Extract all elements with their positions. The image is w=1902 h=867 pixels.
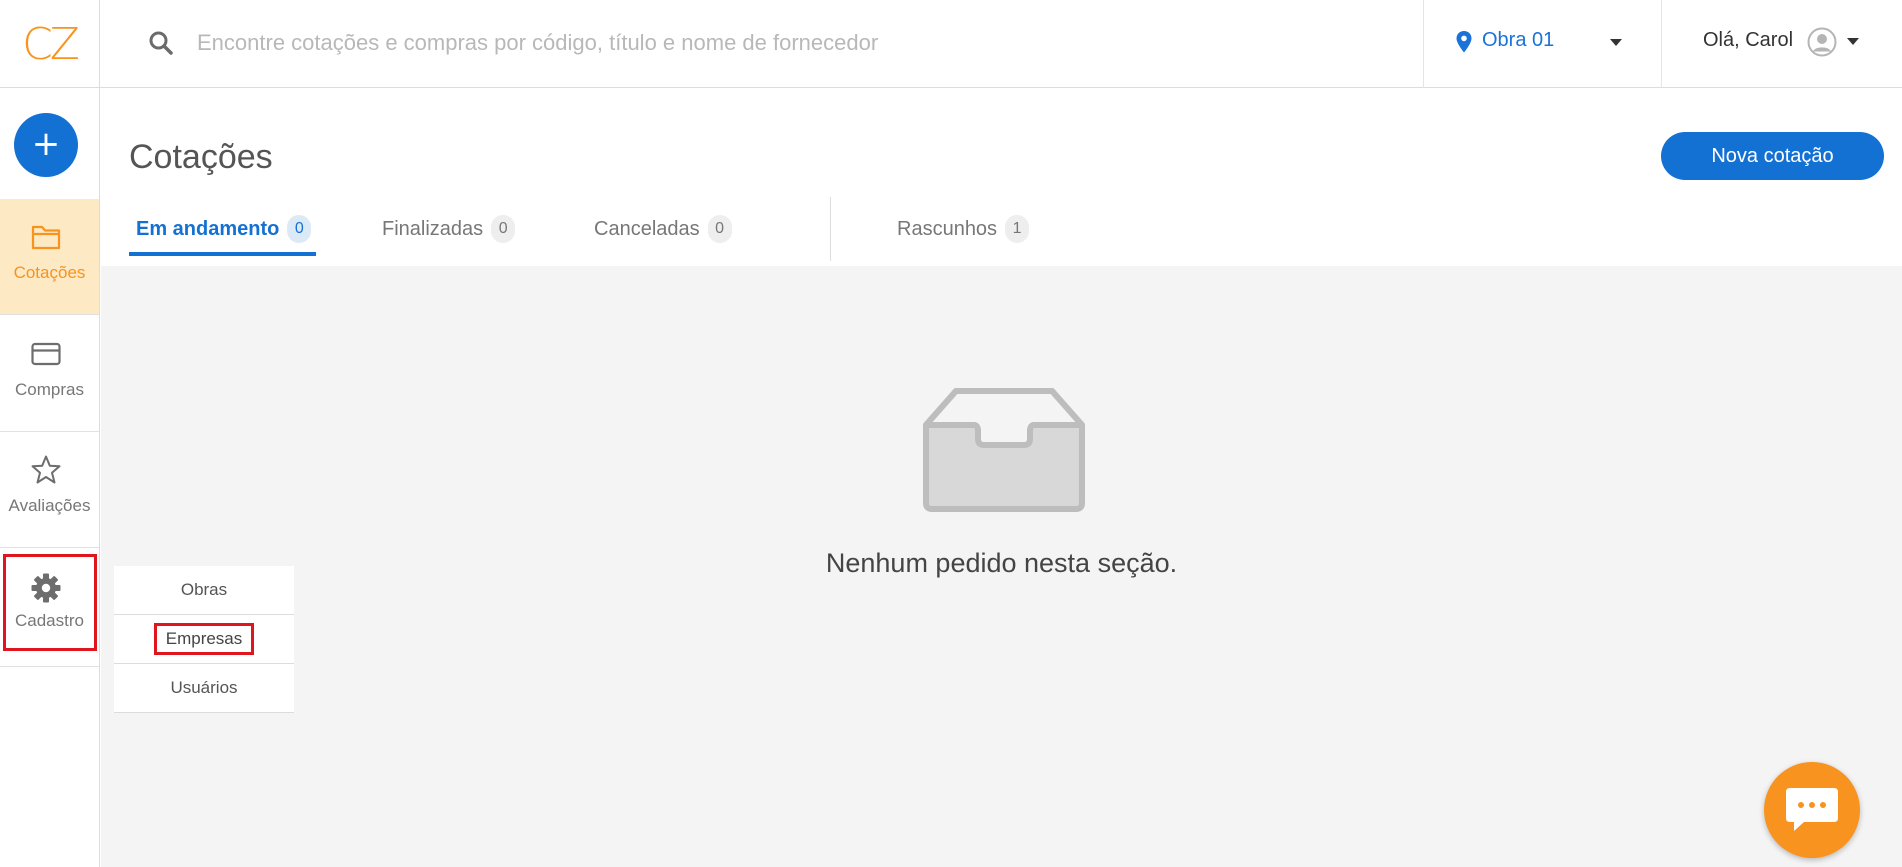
sidebar-item-avaliacoes[interactable]: Avaliações <box>0 432 99 548</box>
tab-canceladas[interactable]: Canceladas 0 <box>594 203 732 255</box>
top-bar: CZ Obra 01 Olá, Carol <box>0 0 1902 88</box>
submenu-item-label: Usuários <box>170 678 238 697</box>
main-content: Cotações Nova cotação Em andamento 0 Fin… <box>101 89 1902 867</box>
status-tabs: Em andamento 0 Finalizadas 0 Canceladas … <box>129 197 1902 261</box>
location-value: Obra 01 <box>1482 29 1555 51</box>
search-icon <box>149 31 173 55</box>
sidebar-item-cotacoes[interactable]: Cotações <box>0 199 99 315</box>
chevron-down-icon <box>1847 38 1859 45</box>
tab-count-badge: 1 <box>1005 215 1030 243</box>
user-menu[interactable]: Olá, Carol <box>1662 0 1902 88</box>
submenu-item-usuarios[interactable]: Usuários <box>114 664 294 713</box>
tab-count-badge: 0 <box>287 215 312 243</box>
submenu-item-empresas[interactable]: Empresas <box>114 615 294 664</box>
tab-count-badge: 0 <box>491 215 516 243</box>
sidebar-item-compras[interactable]: Compras <box>0 316 99 432</box>
tab-label: Canceladas <box>594 217 700 240</box>
sidebar-item-label: Cadastro <box>15 611 84 630</box>
active-tab-indicator <box>129 252 316 256</box>
add-button[interactable]: + <box>14 113 78 177</box>
empty-state-message: Nenhum pedido nesta seção. <box>825 548 1178 578</box>
star-icon <box>31 455 61 484</box>
user-greeting: Olá, Carol <box>1703 29 1794 51</box>
chevron-down-icon <box>1610 39 1622 46</box>
tab-label: Em andamento <box>136 217 280 240</box>
sidebar: + Cotações Compras Avaliações Cadastro <box>0 88 100 867</box>
sidebar-item-label: Cotações <box>13 263 86 282</box>
location-selector[interactable]: Obra 01 <box>1423 0 1662 88</box>
folder-icon <box>31 225 61 250</box>
sidebar-item-label: Compras <box>15 380 84 399</box>
tab-label: Finalizadas <box>382 217 484 240</box>
tab-divider <box>830 197 831 261</box>
cadastro-submenu: Obras Empresas Usuários <box>114 566 294 713</box>
logo[interactable]: CZ <box>0 0 100 88</box>
empty-state-panel: Nenhum pedido nesta seção. <box>101 266 1902 867</box>
new-quote-button[interactable]: Nova cotação <box>1661 132 1884 180</box>
tab-finalizadas[interactable]: Finalizadas 0 <box>382 203 516 255</box>
search-input[interactable] <box>197 22 1397 64</box>
avatar-icon <box>1807 27 1837 57</box>
page-title: Cotações <box>129 138 273 176</box>
submenu-item-obras[interactable]: Obras <box>114 566 294 615</box>
credit-card-icon <box>31 342 61 366</box>
chat-widget-button[interactable] <box>1764 762 1860 858</box>
tab-count-badge: 0 <box>707 215 732 243</box>
gear-icon <box>31 573 61 603</box>
submenu-item-label: Obras <box>180 580 228 599</box>
tab-em-andamento[interactable]: Em andamento 0 <box>136 203 312 255</box>
map-pin-icon <box>1456 31 1472 53</box>
sidebar-item-label: Avaliações <box>8 496 91 515</box>
app-root: CZ Obra 01 Olá, Carol + <box>0 0 1902 867</box>
tab-label: Rascunhos <box>897 217 998 240</box>
tab-rascunhos[interactable]: Rascunhos 1 <box>897 203 1030 255</box>
sidebar-item-cadastro[interactable]: Cadastro <box>0 553 99 651</box>
chat-bubble-icon <box>1786 788 1838 831</box>
sidebar-divider <box>0 666 99 667</box>
inbox-icon <box>923 388 1085 512</box>
submenu-item-label: Empresas <box>153 623 255 655</box>
logo-text: CZ <box>22 18 80 70</box>
